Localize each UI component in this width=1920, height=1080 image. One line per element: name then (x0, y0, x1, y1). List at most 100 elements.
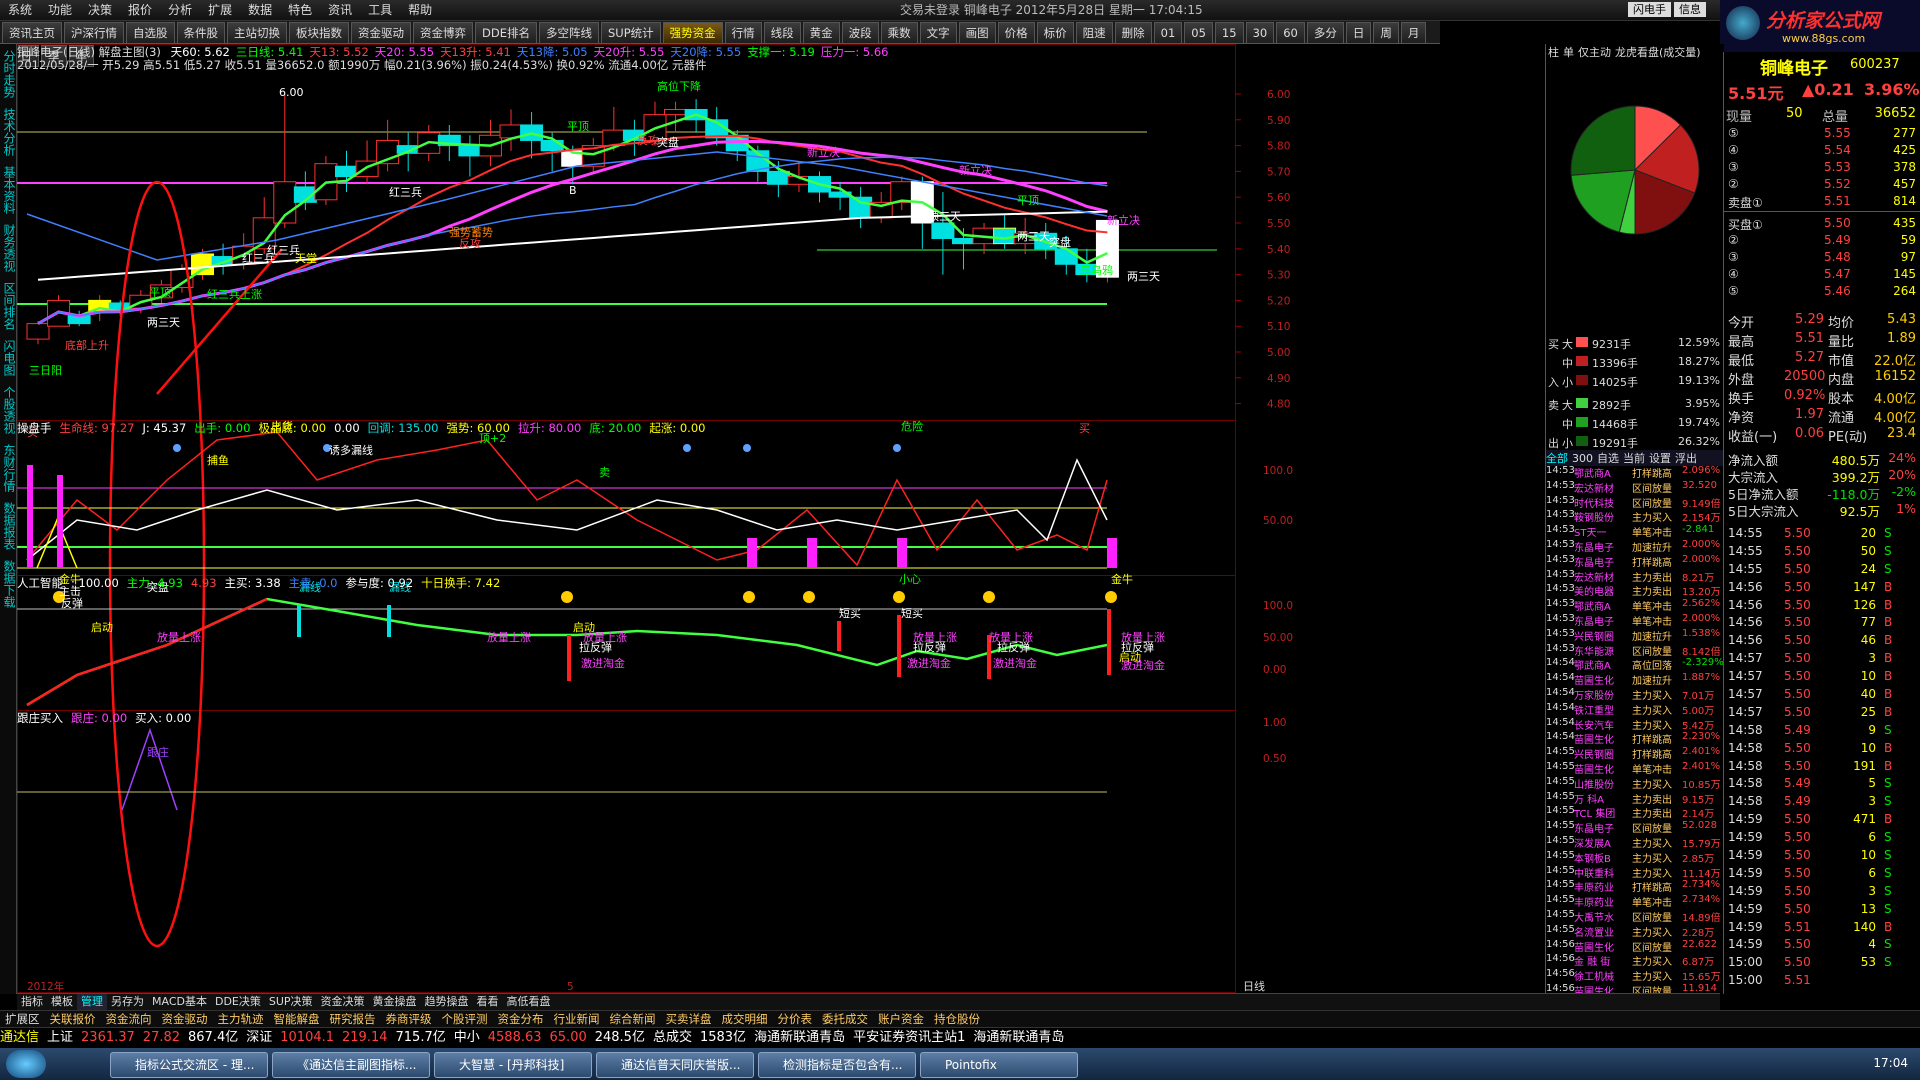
radar-row[interactable]: 14:55 山推股份 主力买入 10.85万 (1546, 776, 1724, 791)
radar-row[interactable]: 14:53 ST天一 单笔冲击 -2.841 (1546, 524, 1724, 539)
radar-row[interactable]: 14:56 徐工机械 主力买入 15.65万 (1546, 968, 1724, 983)
radar-row[interactable]: 14:54 长安汽车 主力买入 5.42万 (1546, 717, 1724, 732)
toolbar-button-10[interactable]: SUP统计 (600, 22, 661, 44)
taskbar-item-0[interactable]: 指标公式交流区 - 理... (110, 1052, 268, 1078)
radar-row[interactable]: 14:55 本钢板B 主力买入 2.85万 (1546, 850, 1724, 865)
toolbar-button-15[interactable]: 波段 (841, 22, 879, 44)
top-right-button-1[interactable]: 信息 (1674, 2, 1706, 17)
toolbar-button-4[interactable]: 主站切换 (227, 22, 287, 44)
radar-row[interactable]: 14:55 兴民钢圈 打样跳高 2.401% (1546, 746, 1724, 761)
toolbar-button-13[interactable]: 线段 (763, 22, 801, 44)
toolbar-button-30[interactable]: 周 (1373, 22, 1399, 44)
radar-tab-5[interactable]: 浮出 (1675, 450, 1697, 466)
link-8[interactable]: 个股评测 (437, 1011, 493, 1028)
radar-row[interactable]: 14:53 东晶电子 单笔冲击 2.000% (1546, 613, 1724, 628)
radar-row[interactable]: 14:56 金 融 街主力买入 6.87万 (1546, 953, 1724, 968)
toolbar-button-27[interactable]: 60 (1276, 22, 1305, 44)
taskbar-item-2[interactable]: 大智慧 - [丹邦科技] (434, 1052, 592, 1078)
toolbar-button-12[interactable]: 行情 (724, 22, 762, 44)
toolbar-button-7[interactable]: 资金博弈 (413, 22, 473, 44)
menu-item-2[interactable]: 决策 (80, 0, 120, 20)
indicator-tab-1[interactable]: 模板 (47, 994, 77, 1010)
left-tab-9[interactable]: 数据下载 (1, 560, 18, 608)
link-2[interactable]: 资金流向 (101, 1011, 157, 1028)
menu-item-9[interactable]: 工具 (360, 0, 400, 20)
kline-chart-svg[interactable]: 6.00 5.90 5.80 5.70 5.60 5.50 5.40 5.30 5.20 5.10… (17, 44, 1545, 994)
radar-row[interactable]: 14:55 万 科A 主力卖出 9.15万 (1546, 791, 1724, 806)
radar-row[interactable]: 14:54 鄂武商A 高位回落 -2.329% (1546, 657, 1724, 672)
radar-row[interactable]: 14:53 鞍钢股份 主力买入 2.154万 (1546, 509, 1724, 524)
link-14[interactable]: 分价表 (773, 1011, 818, 1028)
toolbar-button-6[interactable]: 资金驱动 (351, 22, 411, 44)
left-tab-6[interactable]: 个股透视 (1, 386, 18, 434)
left-tab-2[interactable]: 基本资料 (1, 166, 18, 214)
toolbar-button-22[interactable]: 删除 (1114, 22, 1152, 44)
radar-row[interactable]: 14:55 中联重科 主力买入 11.14万 (1546, 865, 1724, 880)
menu-item-5[interactable]: 扩展 (200, 0, 240, 20)
indicator-tab-9[interactable]: 趋势操盘 (421, 994, 473, 1010)
radar-row[interactable]: 14:53 东晶电子 加速拉升 2.000% (1546, 539, 1724, 554)
toolbar-button-29[interactable]: 日 (1345, 22, 1372, 44)
radar-row[interactable]: 14:55 东晶电子 区间放量 52.028 (1546, 820, 1724, 835)
toolbar-button-5[interactable]: 板块指数 (289, 22, 349, 44)
radar-tab-2[interactable]: 自选 (1597, 450, 1619, 466)
radar-row[interactable]: 14:55 TCL 集团 主力卖出 2.14万 (1546, 805, 1724, 820)
link-7[interactable]: 券商评级 (381, 1011, 437, 1028)
link-15[interactable]: 委托成交 (817, 1011, 873, 1028)
flow-tab-0[interactable]: 柱 (1548, 44, 1559, 60)
radar-row[interactable]: 14:56 苗圃生化 区间放量 22.622 (1546, 939, 1724, 954)
radar-row[interactable]: 14:53 鄂武商A 单笔冲击 2.562% (1546, 598, 1724, 613)
menu-item-3[interactable]: 报价 (120, 0, 160, 20)
radar-row[interactable]: 14:55 大禹节水 区间放量 14.89倍 (1546, 909, 1724, 924)
indicator-tab-10[interactable]: 看看 (473, 994, 503, 1010)
indicator-tab-0[interactable]: 指标 (17, 994, 47, 1010)
indicator-tab-7[interactable]: 资金决策 (317, 994, 369, 1010)
menu-item-7[interactable]: 特色 (280, 0, 320, 20)
link-10[interactable]: 行业新闻 (549, 1011, 605, 1028)
toolbar-button-31[interactable]: 月 (1400, 22, 1427, 44)
radar-row[interactable]: 14:53 东晶电子 打样跳高 2.000% (1546, 554, 1724, 569)
menu-item-0[interactable]: 系统 (0, 0, 40, 20)
top-right-button-0[interactable]: 闪电手 (1628, 2, 1671, 17)
left-tab-7[interactable]: 东财行情 (1, 444, 18, 492)
link-16[interactable]: 账户资金 (873, 1011, 929, 1028)
flow-tab-2[interactable]: 仅主动 (1578, 44, 1611, 60)
left-tab-8[interactable]: 数据报表 (1, 502, 18, 550)
radar-row[interactable]: 14:53 宏达新材 区间放量 32.520 (1546, 480, 1724, 495)
toolbar-button-18[interactable]: 画图 (958, 22, 996, 44)
link-11[interactable]: 综合新闻 (605, 1011, 661, 1028)
indicator-tab-6[interactable]: SUP决策 (265, 994, 317, 1010)
flow-tab-3[interactable]: 龙虎看盘(成交量) (1615, 44, 1701, 60)
radar-tab-1[interactable]: 300 (1572, 452, 1593, 465)
radar-row[interactable]: 14:55 苗圃生化 单笔冲击 2.401% (1546, 761, 1724, 776)
link-5[interactable]: 智能解盘 (269, 1011, 325, 1028)
toolbar-button-16[interactable]: 乘数 (880, 22, 918, 44)
radar-row[interactable]: 14:55 名流置业 主力买入 2.28万 (1546, 924, 1724, 939)
radar-row[interactable]: 14:55 丰原药业 单笔冲击 2.734% (1546, 894, 1724, 909)
left-tab-1[interactable]: 技术分析 (1, 108, 18, 156)
toolbar-button-2[interactable]: 自选股 (126, 22, 175, 44)
toolbar-button-20[interactable]: 标价 (1036, 22, 1074, 44)
link-1[interactable]: 关联报价 (45, 1011, 101, 1028)
toolbar-button-24[interactable]: 05 (1184, 22, 1213, 44)
indicator-tab-3[interactable]: 另存为 (107, 994, 148, 1010)
toolbar-button-26[interactable]: 30 (1245, 22, 1275, 44)
left-tab-3[interactable]: 财务透视 (1, 224, 18, 272)
start-button-icon[interactable] (6, 1050, 46, 1078)
taskbar-item-5[interactable]: Pointofix (920, 1052, 1078, 1078)
radar-row[interactable]: 14:53 美的电器 主力卖出 13.20万 (1546, 583, 1724, 598)
radar-row[interactable]: 14:55 丰原药业 打样跳高 2.734% (1546, 879, 1724, 894)
radar-row[interactable]: 14:54 铁江重型 主力买入 5.00万 (1546, 702, 1724, 717)
toolbar-button-19[interactable]: 价格 (997, 22, 1035, 44)
taskbar-item-3[interactable]: 通达信普天同庆誉版... (596, 1052, 754, 1078)
radar-tab-3[interactable]: 当前 (1623, 450, 1645, 466)
indicator-tab-11[interactable]: 高低看盘 (503, 994, 555, 1010)
toolbar-button-17[interactable]: 文字 (919, 22, 957, 44)
link-6[interactable]: 研究报告 (325, 1011, 381, 1028)
radar-row[interactable]: 14:53 兴民钢圈 加速拉升 1.538% (1546, 628, 1724, 643)
radar-tab-4[interactable]: 设置 (1649, 450, 1671, 466)
left-tab-0[interactable]: 分时走势 (1, 50, 18, 98)
link-4[interactable]: 主力轨迹 (213, 1011, 269, 1028)
toolbar-button-11[interactable]: 强势资金 (662, 22, 723, 44)
link-0[interactable]: 扩展区 (0, 1011, 45, 1028)
